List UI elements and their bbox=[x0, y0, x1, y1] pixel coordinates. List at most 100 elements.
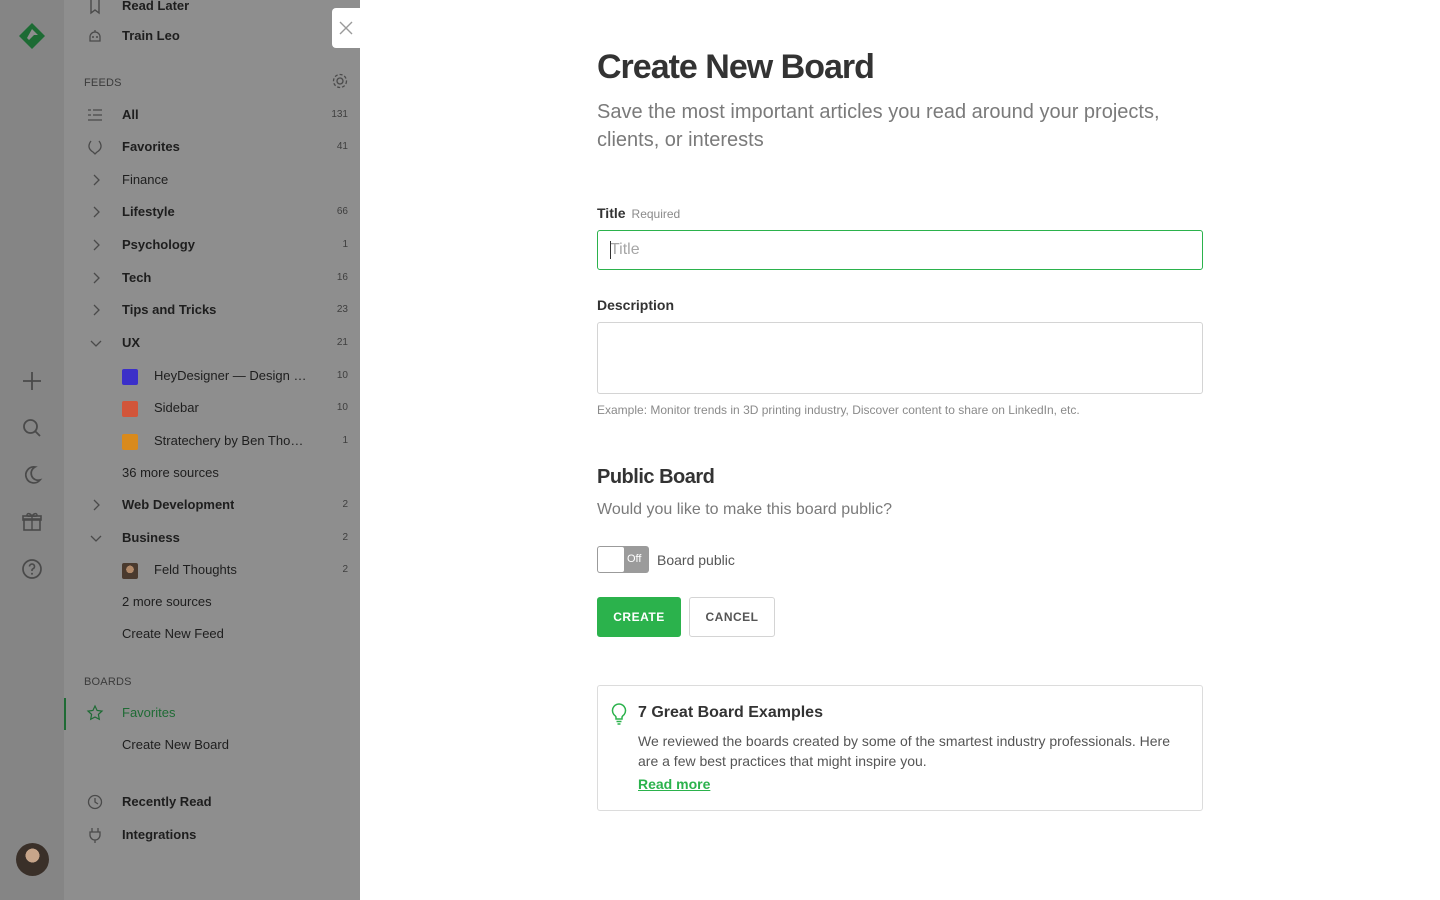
nav-rail bbox=[0, 0, 64, 900]
unread-count: 21 bbox=[336, 337, 348, 348]
search-icon[interactable] bbox=[20, 416, 44, 440]
chevron-right-icon[interactable] bbox=[88, 204, 104, 220]
description-hint: Example: Monitor trends in 3D printing i… bbox=[597, 403, 1080, 417]
unread-count: 1 bbox=[342, 239, 348, 250]
board-examples-card: 7 Great Board Examples We reviewed the b… bbox=[597, 685, 1203, 811]
sidebar-item-label: Train Leo bbox=[122, 28, 180, 43]
required-hint: Required bbox=[631, 207, 681, 221]
create-button[interactable]: CREATE bbox=[597, 597, 681, 637]
sidebar-item-web-development[interactable]: Web Development 2 bbox=[64, 491, 360, 519]
public-board-question: Would you like to make this board public… bbox=[597, 501, 892, 518]
sidebar: Read Later Train Leo FEEDS All 131 Favor… bbox=[64, 0, 360, 900]
boards-heading: BOARDS bbox=[84, 676, 132, 688]
unread-count: 66 bbox=[336, 206, 348, 217]
sidebar-source-sidebar[interactable]: Sidebar 10 bbox=[64, 394, 360, 422]
robot-icon bbox=[89, 30, 101, 42]
toggle-knob bbox=[598, 547, 624, 572]
list-icon bbox=[88, 109, 102, 121]
sidebar-item-favorites[interactable]: Favorites 41 bbox=[64, 133, 360, 161]
sidebar-item-label: Web Development bbox=[122, 497, 235, 512]
sidebar-item-finance[interactable]: Finance bbox=[64, 166, 360, 194]
sidebar-item-label: Integrations bbox=[122, 827, 197, 842]
sidebar-item-label: Recently Read bbox=[122, 794, 212, 809]
public-toggle[interactable]: Off bbox=[597, 546, 649, 573]
read-more-link[interactable]: Read more bbox=[638, 776, 710, 792]
description-input[interactable] bbox=[597, 322, 1203, 394]
create-board-panel: Create New Board Save the most important… bbox=[360, 0, 1440, 900]
sidebar-item-label: Lifestyle bbox=[122, 204, 175, 219]
title-input[interactable] bbox=[597, 230, 1203, 270]
moon-icon[interactable] bbox=[20, 463, 44, 487]
plug-icon bbox=[89, 828, 101, 843]
unread-count: 1 bbox=[342, 435, 348, 446]
unread-count: 23 bbox=[336, 304, 348, 315]
user-avatar[interactable] bbox=[16, 843, 49, 876]
sidebar-item-all[interactable]: All 131 bbox=[64, 101, 360, 129]
title-label-text: Title bbox=[597, 205, 626, 221]
cancel-button[interactable]: CANCEL bbox=[689, 597, 775, 637]
lightbulb-icon bbox=[611, 703, 627, 725]
sidebar-item-label: Favorites bbox=[122, 139, 180, 154]
chevron-right-icon[interactable] bbox=[88, 497, 104, 513]
sidebar-item-read-later[interactable]: Read Later bbox=[64, 0, 360, 20]
unread-count: 2 bbox=[342, 532, 348, 543]
sidebar-source-stratechery[interactable]: Stratechery by Ben Tho… 1 bbox=[64, 427, 360, 455]
sidebar-board-favorites[interactable]: Favorites bbox=[64, 699, 360, 727]
heydesigner-favicon-icon bbox=[122, 369, 138, 385]
sidebar-item-label: Tech bbox=[122, 270, 152, 285]
add-icon[interactable] bbox=[20, 369, 44, 393]
sidebar-more-sources[interactable]: 36 more sources bbox=[64, 459, 360, 487]
sidebar-item-label: HeyDesigner — Design … bbox=[154, 368, 307, 383]
chevron-right-icon[interactable] bbox=[88, 270, 104, 286]
sidebar-source-feld-thoughts[interactable]: Feld Thoughts 2 bbox=[64, 556, 360, 584]
help-icon[interactable] bbox=[20, 557, 44, 581]
sidebar-create-new-board[interactable]: Create New Board bbox=[64, 731, 360, 759]
sidebar-favicon-icon bbox=[122, 401, 138, 417]
toggle-label: Board public bbox=[657, 552, 735, 568]
chevron-right-icon[interactable] bbox=[88, 302, 104, 318]
sidebar-more-sources[interactable]: 2 more sources bbox=[64, 588, 360, 616]
sidebar-item-tech[interactable]: Tech 16 bbox=[64, 264, 360, 292]
unread-count: 2 bbox=[342, 564, 348, 575]
unread-count: 16 bbox=[336, 272, 348, 283]
sidebar-item-train-leo[interactable]: Train Leo bbox=[64, 22, 360, 50]
feedly-logo-icon[interactable] bbox=[16, 20, 48, 52]
clock-icon bbox=[87, 794, 103, 810]
sidebar-item-label: Business bbox=[122, 530, 180, 545]
page-subtitle: Save the most important articles you rea… bbox=[597, 101, 1160, 151]
sidebar-item-label: Create New Feed bbox=[122, 626, 224, 641]
feld-thoughts-favicon-icon bbox=[122, 563, 138, 579]
sidebar-item-psychology[interactable]: Psychology 1 bbox=[64, 231, 360, 259]
sidebar-item-recently-read[interactable]: Recently Read bbox=[64, 788, 360, 816]
sidebar-item-label: 2 more sources bbox=[122, 594, 212, 609]
gift-icon[interactable] bbox=[20, 510, 44, 534]
close-icon bbox=[339, 21, 353, 35]
sidebar-item-business[interactable]: Business 2 bbox=[64, 524, 360, 552]
bookmark-icon bbox=[90, 0, 100, 15]
sidebar-item-label: Finance bbox=[122, 172, 169, 187]
sidebar-item-tips-and-tricks[interactable]: Tips and Tricks 23 bbox=[64, 296, 360, 324]
toggle-state: Off bbox=[627, 553, 642, 565]
stratechery-favicon-icon bbox=[122, 434, 138, 450]
chevron-right-icon[interactable] bbox=[88, 237, 104, 253]
unread-count: 2 bbox=[342, 499, 348, 510]
card-body: We reviewed the boards created by some o… bbox=[638, 733, 1170, 769]
sidebar-create-new-feed[interactable]: Create New Feed bbox=[64, 620, 360, 648]
close-panel-button[interactable] bbox=[332, 8, 360, 48]
sidebar-item-label: Create New Board bbox=[122, 737, 229, 752]
sidebar-item-label: 36 more sources bbox=[122, 465, 219, 480]
sidebar-item-lifestyle[interactable]: Lifestyle 66 bbox=[64, 198, 360, 226]
card-title: 7 Great Board Examples bbox=[638, 704, 823, 721]
unread-count: 10 bbox=[336, 402, 348, 413]
feeds-heading: FEEDS bbox=[84, 77, 122, 89]
chevron-down-icon[interactable] bbox=[88, 530, 104, 546]
sidebar-item-label: Tips and Tricks bbox=[122, 302, 217, 317]
chevron-right-icon[interactable] bbox=[88, 172, 104, 188]
sidebar-source-heydesigner[interactable]: HeyDesigner — Design … 10 bbox=[64, 362, 360, 390]
sidebar-item-integrations[interactable]: Integrations bbox=[64, 821, 360, 849]
star-icon bbox=[86, 704, 104, 721]
sidebar-item-ux[interactable]: UX 21 bbox=[64, 329, 360, 357]
page-title: Create New Board bbox=[597, 48, 875, 86]
gear-icon[interactable] bbox=[331, 72, 349, 90]
chevron-down-icon[interactable] bbox=[88, 335, 104, 351]
